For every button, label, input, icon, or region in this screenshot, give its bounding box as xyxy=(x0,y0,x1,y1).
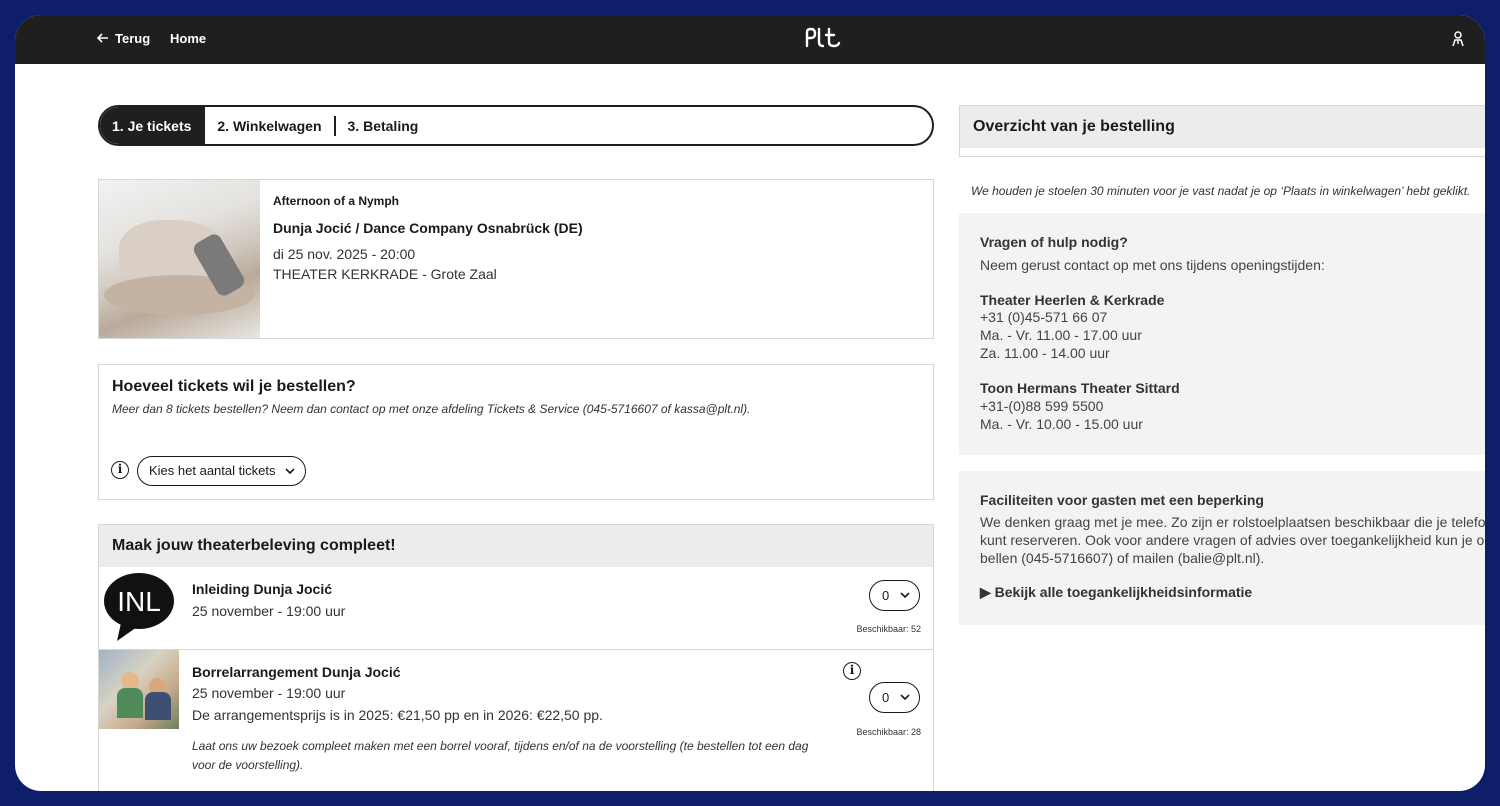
extra-title: Inleiding Dunja Jocić xyxy=(192,581,333,597)
step-cart[interactable]: 2. Winkelwagen xyxy=(205,107,333,144)
venue-hours: Ma. - Vr. 10.00 - 15.00 uur xyxy=(980,416,1143,432)
event-date: di 25 nov. 2025 - 20:00 xyxy=(273,246,416,262)
extra-item-borrel: Borrelarrangement Dunja Jocić 25 novembe… xyxy=(99,650,933,791)
plt-logo[interactable] xyxy=(804,26,842,56)
seat-hold-note: We houden je stoelen 30 minuten voor je … xyxy=(971,184,1471,198)
step-payment[interactable]: 3. Betaling xyxy=(336,107,431,144)
info-icon[interactable]: i xyxy=(843,662,861,680)
extra-date: 25 november - 19:00 uur xyxy=(192,685,346,701)
venue-phone[interactable]: +31 (0)45-571 66 07 xyxy=(980,309,1107,325)
arrow-left-icon xyxy=(96,31,109,46)
back-label: Terug xyxy=(115,31,151,46)
extra-title: Borrelarrangement Dunja Jocić xyxy=(192,664,401,680)
accessibility-info-link[interactable]: ▶ Bekijk alle toegankelijkheidsinformati… xyxy=(980,584,1252,601)
chevron-down-icon xyxy=(900,581,910,622)
venue-phone[interactable]: +31-(0)88 599 5500 xyxy=(980,398,1103,414)
chevron-down-icon xyxy=(900,683,910,724)
help-title: Vragen of hulp nodig? xyxy=(980,234,1128,250)
quantity-note: Meer dan 8 tickets bestellen? Neem dan c… xyxy=(112,402,751,416)
event-venue: THEATER KERKRADE - Grote Zaal xyxy=(273,266,497,282)
chevron-down-icon xyxy=(285,457,296,496)
qty-value: 0 xyxy=(882,690,890,705)
event-image xyxy=(99,180,260,338)
checkout-steps: 1. Je tickets 2. Winkelwagen 3. Betaling xyxy=(98,105,934,146)
accessibility-text: bellen (045-5716607) of mailen (balie@pl… xyxy=(980,550,1265,566)
back-link[interactable]: Terug xyxy=(96,31,151,46)
venue-name: Toon Hermans Theater Sittard xyxy=(980,380,1180,396)
accessibility-text: We denken graag met je mee. Zo zijn er r… xyxy=(980,514,1485,530)
accessibility-title: Faciliteiten voor gasten met een beperki… xyxy=(980,492,1264,508)
ticket-count-label: Kies het aantal tickets xyxy=(149,463,276,478)
help-intro: Neem gerust contact op met ons tijdens o… xyxy=(980,257,1325,273)
accessibility-text: kunt reserveren. Ook voor andere vragen … xyxy=(980,532,1485,548)
venue-hours: Za. 11.00 - 14.00 uur xyxy=(980,345,1110,361)
order-overview: Overzicht van je bestelling xyxy=(959,105,1485,157)
svg-text:INL: INL xyxy=(117,586,161,617)
extra-date: 25 november - 19:00 uur xyxy=(192,603,346,619)
speech-bubble-icon: INL xyxy=(103,571,175,643)
event-title: Afternoon of a Nymph xyxy=(273,194,399,208)
extra-description: Laat ons uw bezoek compleet maken met ee… xyxy=(192,739,809,772)
borrel-image xyxy=(99,650,179,729)
extra-price: De arrangementsprijs is in 2025: €21,50 … xyxy=(192,707,603,723)
ticket-quantity-card: Hoeveel tickets wil je bestellen? Meer d… xyxy=(98,364,934,500)
user-icon[interactable] xyxy=(1451,31,1465,52)
top-navigation: Terug Home xyxy=(15,15,1485,64)
availability-label: Beschikbaar: 28 xyxy=(856,727,921,737)
event-company: Dunja Jocić / Dance Company Osnabrück (D… xyxy=(273,220,583,236)
home-link[interactable]: Home xyxy=(170,31,206,46)
venue-hours: Ma. - Vr. 11.00 - 17.00 uur xyxy=(980,327,1142,343)
qty-value: 0 xyxy=(882,588,890,603)
borrel-qty-select[interactable]: 0 xyxy=(869,682,920,713)
availability-label: Beschikbaar: 52 xyxy=(856,624,921,634)
event-card: Afternoon of a Nymph Dunja Jocić / Dance… xyxy=(98,179,934,339)
help-panel: Vragen of hulp nodig? Neem gerust contac… xyxy=(959,213,1485,455)
info-icon[interactable]: i xyxy=(111,461,129,479)
extra-item-inleiding: INL Inleiding Dunja Jocić 25 november - … xyxy=(99,567,933,650)
accessibility-panel: Faciliteiten voor gasten met een beperki… xyxy=(959,471,1485,625)
overview-title: Overzicht van je bestelling xyxy=(960,106,1485,148)
quantity-title: Hoeveel tickets wil je bestellen? xyxy=(112,378,356,395)
step-tickets[interactable]: 1. Je tickets xyxy=(100,107,206,144)
extras-card: Maak jouw theaterbeleving compleet! INL … xyxy=(98,524,934,791)
ticket-count-select[interactable]: Kies het aantal tickets xyxy=(137,456,307,486)
inleiding-qty-select[interactable]: 0 xyxy=(869,580,920,611)
browser-frame: Terug Home 1. Je tickets 2. Winkelwagen … xyxy=(15,15,1485,791)
extras-title: Maak jouw theaterbeleving compleet! xyxy=(99,525,933,567)
venue-name: Theater Heerlen & Kerkrade xyxy=(980,292,1165,308)
plt-logo-icon xyxy=(805,27,841,48)
